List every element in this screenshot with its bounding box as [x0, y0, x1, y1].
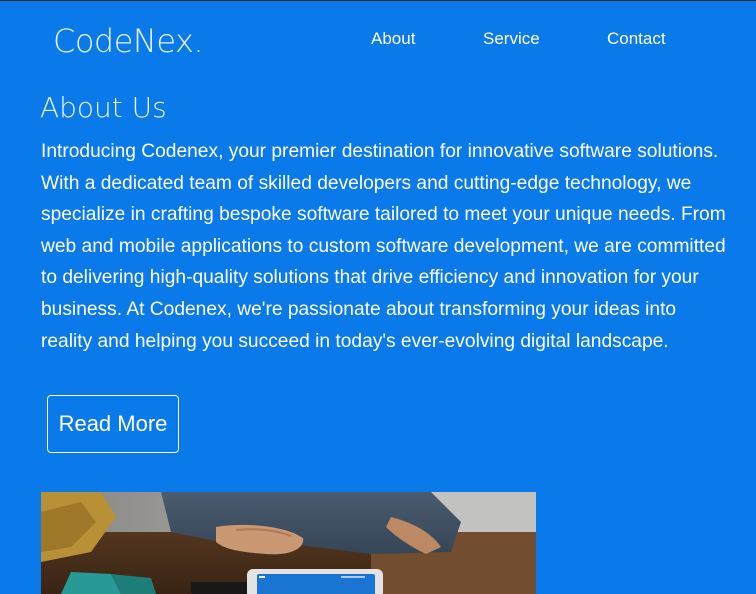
- about-description: Introducing Codenex, your premier destin…: [41, 141, 726, 352]
- about-title: About Us: [40, 91, 167, 124]
- navbar: CodeNex. About Service Contact: [0, 1, 756, 77]
- about-photo: [41, 492, 536, 594]
- laptop-workspace-image: [41, 492, 536, 594]
- nav-link-contact[interactable]: Contact: [607, 29, 666, 49]
- nav-link-about[interactable]: About: [371, 29, 415, 49]
- read-more-button[interactable]: Read More: [47, 395, 179, 453]
- nav-link-service[interactable]: Service: [483, 29, 540, 49]
- nav-menu: About Service Contact: [0, 29, 756, 53]
